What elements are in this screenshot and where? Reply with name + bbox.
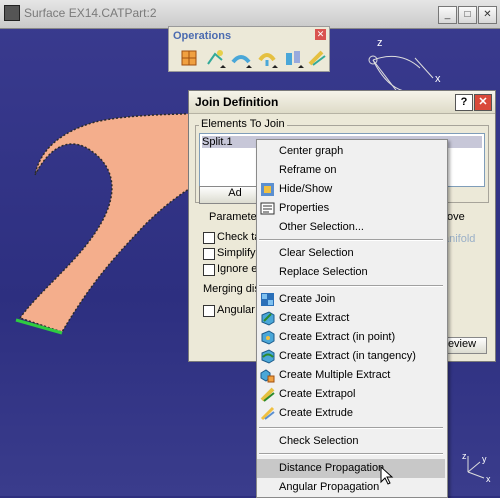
translate-icon[interactable] xyxy=(205,48,227,68)
operations-title: Operations xyxy=(173,30,232,42)
create-extract-icon xyxy=(261,311,275,326)
dialog-titlebar: Join Definition ? ✕ xyxy=(189,91,495,114)
mouse-cursor-icon xyxy=(380,466,394,485)
menu-separator xyxy=(259,427,443,429)
menu-item-other-selection[interactable]: Other Selection... xyxy=(257,218,445,237)
close-button[interactable]: ✕ xyxy=(478,6,497,24)
triad-y: y xyxy=(482,454,487,464)
menu-item-create-extrude[interactable]: Create Extrude xyxy=(257,404,445,423)
window-titlebar: Surface EX14.CATPart:2 _ □ ✕ xyxy=(0,0,500,29)
menu-item-properties[interactable]: Properties xyxy=(257,199,445,218)
menu-item-label: Distance Propagation xyxy=(279,462,385,474)
check-tangency-checkbox[interactable] xyxy=(203,232,215,244)
dialog-close-button[interactable]: ✕ xyxy=(474,94,492,111)
context-menu[interactable]: Center graph Reframe on Hide/Show Proper… xyxy=(256,139,448,498)
menu-item-label: Create Extrapol xyxy=(279,388,356,400)
menu-separator xyxy=(259,285,443,287)
minimize-button[interactable]: _ xyxy=(438,6,457,24)
menu-item-label: Create Multiple Extract xyxy=(279,369,391,381)
triad-x: x xyxy=(486,474,491,484)
menu-item-label: Create Extract xyxy=(279,312,350,324)
menu-item-label: Create Join xyxy=(279,293,336,305)
operations-close-button[interactable]: ✕ xyxy=(315,29,326,40)
menu-item-label: Other Selection... xyxy=(279,221,364,233)
create-multiple-extract-icon xyxy=(260,369,275,383)
menu-item-hide-show[interactable]: Hide/Show xyxy=(257,180,445,199)
transformations-icon[interactable] xyxy=(283,48,305,68)
menu-item-label: Check Selection xyxy=(279,435,359,447)
simplify-checkbox[interactable] xyxy=(203,248,215,260)
menu-item-create-extrapol[interactable]: Create Extrapol xyxy=(257,385,445,404)
ignore-checkbox[interactable] xyxy=(203,264,215,276)
check-tangency-label: Check ta xyxy=(217,231,261,243)
menu-item-label: Create Extrude xyxy=(279,407,353,419)
create-extrude-icon xyxy=(260,406,275,421)
hide-show-icon xyxy=(261,183,274,196)
menu-item-clear-selection[interactable]: Clear Selection xyxy=(257,244,445,263)
angular-label: Angular xyxy=(217,304,255,316)
axis-triad: z x y xyxy=(462,451,491,484)
dialog-title: Join Definition xyxy=(195,95,279,109)
menu-item-create-multiple-extract[interactable]: Create Multiple Extract xyxy=(257,366,445,385)
create-extrapol-icon xyxy=(260,387,275,402)
properties-icon xyxy=(260,202,275,215)
menu-item-label: Replace Selection xyxy=(279,266,368,278)
triad-z: z xyxy=(462,451,467,461)
menu-item-reframe-on[interactable]: Reframe on xyxy=(257,161,445,180)
menu-item-label: Angular Propagation xyxy=(279,481,380,493)
menu-item-create-extract[interactable]: Create Extract xyxy=(257,309,445,328)
menu-item-replace-selection[interactable]: Replace Selection xyxy=(257,263,445,282)
menu-item-label: Reframe on xyxy=(279,164,337,176)
elements-group-label: Elements To Join xyxy=(199,118,287,130)
parameters-tab[interactable]: Parameter xyxy=(209,211,260,223)
extrapolate-icon[interactable] xyxy=(307,48,329,68)
join-healing-icon[interactable] xyxy=(179,48,201,68)
menu-item-label: Center graph xyxy=(279,145,344,157)
window-title: Surface EX14.CATPart:2 xyxy=(24,6,157,20)
menu-item-create-extract-in-point[interactable]: Create Extract (in point) xyxy=(257,328,445,347)
menu-item-create-extract-in-tangency[interactable]: Create Extract (in tangency) xyxy=(257,347,445,366)
compass-z-label: z xyxy=(377,37,383,49)
menu-item-label: Clear Selection xyxy=(279,247,354,259)
remove-tab[interactable]: ove xyxy=(447,211,465,223)
menu-item-label: Hide/Show xyxy=(279,183,333,195)
help-button[interactable]: ? xyxy=(455,94,473,111)
menu-item-distance-propagation[interactable]: Distance Propagation xyxy=(257,459,445,478)
ignore-label: Ignore er xyxy=(217,263,262,275)
create-extract-point-icon xyxy=(261,330,275,345)
menu-item-label: Properties xyxy=(279,202,330,214)
create-extract-tangency-icon xyxy=(261,349,275,364)
app-icon xyxy=(4,5,20,21)
menu-item-label: Create Extract (in tangency) xyxy=(279,350,416,362)
menu-separator xyxy=(259,453,443,455)
menu-item-label: Create Extract (in point) xyxy=(279,331,396,343)
menu-item-create-join[interactable]: Create Join xyxy=(257,290,445,309)
create-join-icon xyxy=(261,293,274,306)
menu-item-check-selection[interactable]: Check Selection xyxy=(257,432,445,451)
split-icon[interactable] xyxy=(257,48,279,68)
angular-checkbox[interactable] xyxy=(203,305,215,317)
menu-item-center-graph[interactable]: Center graph xyxy=(257,142,445,161)
merging-label: Merging dis xyxy=(203,283,260,295)
menu-item-angular-propagation[interactable]: Angular Propagation xyxy=(257,478,445,497)
maximize-button[interactable]: □ xyxy=(458,6,477,24)
simplify-label: Simplify xyxy=(217,247,256,259)
menu-separator xyxy=(259,239,443,241)
compass-x-label: x xyxy=(435,73,441,85)
operations-toolbar[interactable]: Operations ✕ xyxy=(168,26,330,72)
fillet-icon[interactable] xyxy=(231,48,253,68)
